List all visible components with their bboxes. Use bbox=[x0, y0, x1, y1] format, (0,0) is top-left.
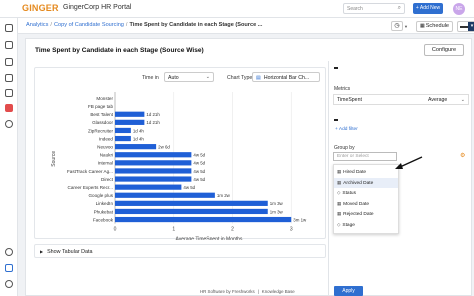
category-label: ZipRecruiter bbox=[88, 128, 113, 133]
category-label: Google plus bbox=[88, 193, 113, 198]
calendar-icon: ▦ bbox=[419, 23, 425, 29]
footer: HR Software by Freshworks | Knowledge Base bbox=[200, 289, 295, 294]
clock-icon: ◷ bbox=[394, 23, 400, 29]
category-label: FastTrack Career Ag... bbox=[67, 169, 113, 174]
report-content: Time Spent by Candidate in each Stage (S… bbox=[25, 38, 472, 296]
bar bbox=[115, 192, 215, 198]
global-search-input[interactable]: Search ⌕ bbox=[343, 3, 405, 14]
configure-label: Configure bbox=[431, 47, 457, 53]
category-label: Best Talent bbox=[90, 112, 113, 117]
bar bbox=[115, 152, 192, 158]
portal-name: GingerCorp HR Portal bbox=[63, 4, 132, 11]
data-label: 1d 4h bbox=[133, 136, 145, 141]
data-label: 1d 21h bbox=[146, 120, 160, 125]
bar bbox=[115, 176, 192, 182]
x-axis-title: Average TimeSpent in Months bbox=[176, 237, 243, 240]
category-label: Direct bbox=[101, 177, 114, 182]
search-placeholder: Search bbox=[347, 6, 363, 12]
category-label: Indeed bbox=[99, 136, 113, 141]
bar bbox=[115, 208, 268, 215]
data-label: 4w 5d bbox=[193, 169, 205, 174]
page-title: Time Spent by Candidate in each Stage (S… bbox=[35, 47, 204, 54]
data-label: 4w 5d bbox=[193, 177, 205, 182]
category-label: Naukri bbox=[100, 153, 113, 158]
data-label: 4w 5d bbox=[193, 153, 205, 158]
category-label: Facebook bbox=[93, 217, 114, 222]
settings-icon[interactable] bbox=[5, 120, 13, 128]
dashboard-icon[interactable] bbox=[5, 24, 13, 32]
chat-icon[interactable] bbox=[5, 264, 13, 272]
time-period-button[interactable]: ◷ bbox=[391, 21, 403, 31]
show-tabular-data-toggle[interactable]: ▶ Show Tabular Data bbox=[34, 244, 326, 258]
help-icon[interactable] bbox=[5, 248, 13, 256]
breadcrumb: Analytics / Copy of Candidate Sourcing / Tim… bbox=[26, 22, 263, 28]
category-label: Career Experts Recr... bbox=[68, 185, 113, 190]
bar-chart: 0 1 2 3 Monster FB page tab Best Talent 1d 21h G… bbox=[51, 92, 307, 240]
breadcrumb-bar: Analytics / Copy of Candidate Sourcing / Tim… bbox=[18, 18, 474, 34]
category-label: Glassdoor bbox=[92, 120, 113, 125]
analytics-icon[interactable] bbox=[5, 104, 13, 112]
jobs-icon[interactable] bbox=[5, 58, 13, 66]
search-icon: ⌕ bbox=[397, 5, 401, 11]
grid-icon[interactable] bbox=[5, 41, 13, 49]
breadcrumb-report[interactable]: Copy of Candidate Sourcing bbox=[54, 22, 124, 28]
data-label: 1d 4h bbox=[133, 128, 145, 133]
bar bbox=[115, 127, 131, 134]
chart-card: Time in Auto ⌄ Chart Type ▤ Horizontal Ba… bbox=[34, 67, 326, 240]
category-label: Monster bbox=[96, 96, 113, 101]
minus-icon bbox=[460, 26, 468, 28]
x-tick-label: 2 bbox=[231, 227, 234, 233]
bar bbox=[115, 168, 192, 174]
bar bbox=[115, 111, 145, 117]
left-nav-rail bbox=[0, 0, 18, 296]
chevron-down-icon[interactable]: ▼ bbox=[404, 24, 408, 29]
data-label: 4w 5d bbox=[193, 161, 205, 166]
footer-brand: HR Software by Freshworks bbox=[200, 289, 255, 294]
schedule-label: Schedule bbox=[425, 23, 450, 29]
data-label: 1m 3w bbox=[270, 209, 284, 214]
top-header: GINGER GingerCorp HR Portal Search ⌕ + A… bbox=[0, 0, 474, 18]
bar bbox=[115, 184, 182, 190]
breadcrumb-current: Time Spent by Candidate in each Stage (S… bbox=[129, 22, 263, 28]
x-tick-label: 0 bbox=[114, 227, 117, 233]
x-tick-label: 1 bbox=[172, 227, 175, 233]
bar bbox=[115, 119, 145, 125]
ginger-logo: GINGER bbox=[22, 3, 59, 13]
data-label: 1m 2w bbox=[217, 193, 231, 198]
apps-icon[interactable] bbox=[5, 280, 13, 288]
bar bbox=[115, 200, 268, 206]
knowledge-base-link[interactable]: Knowledge Base bbox=[262, 289, 295, 294]
y-axis-title: Source bbox=[51, 151, 57, 167]
config-panel: Metrics TimeSpent Average ⌄ + Add filter… bbox=[328, 61, 471, 296]
folder-icon[interactable] bbox=[5, 89, 13, 97]
data-label: 3m 1w bbox=[293, 217, 307, 222]
bar bbox=[115, 160, 192, 166]
data-label: 1m 3w bbox=[270, 201, 284, 206]
data-label: 2w 6d bbox=[158, 144, 170, 149]
app-root: GINGER GingerCorp HR Portal Search ⌕ + A… bbox=[0, 0, 474, 296]
bar bbox=[115, 144, 157, 150]
candidates-icon[interactable] bbox=[5, 74, 13, 82]
category-label: Neuvoo bbox=[97, 144, 113, 149]
category-label: FB page tab bbox=[88, 104, 113, 109]
more-actions-button[interactable]: ▾ bbox=[457, 21, 474, 32]
add-new-button[interactable]: + Add New bbox=[413, 3, 443, 14]
annotation-arrow bbox=[395, 156, 423, 169]
configure-button[interactable]: Configure bbox=[424, 44, 464, 56]
data-label: 4w 5d bbox=[183, 185, 195, 190]
apply-button[interactable]: Apply bbox=[334, 286, 363, 296]
show-tabular-label: Show Tabular Data bbox=[47, 249, 93, 255]
category-label: Internal bbox=[98, 161, 113, 166]
caret-right-icon: ▶ bbox=[40, 249, 44, 254]
data-label: 1d 21h bbox=[146, 112, 160, 117]
schedule-button[interactable]: ▦Schedule bbox=[416, 21, 453, 32]
user-avatar[interactable]: NE bbox=[453, 3, 465, 15]
chevron-down-icon[interactable]: ▾ bbox=[468, 22, 474, 31]
bar bbox=[115, 135, 131, 142]
x-tick-label: 3 bbox=[290, 227, 293, 233]
bar bbox=[115, 216, 292, 223]
breadcrumb-analytics[interactable]: Analytics bbox=[26, 22, 48, 28]
category-label: Phukebat bbox=[94, 209, 114, 214]
category-label: LinkedIn bbox=[96, 201, 114, 206]
